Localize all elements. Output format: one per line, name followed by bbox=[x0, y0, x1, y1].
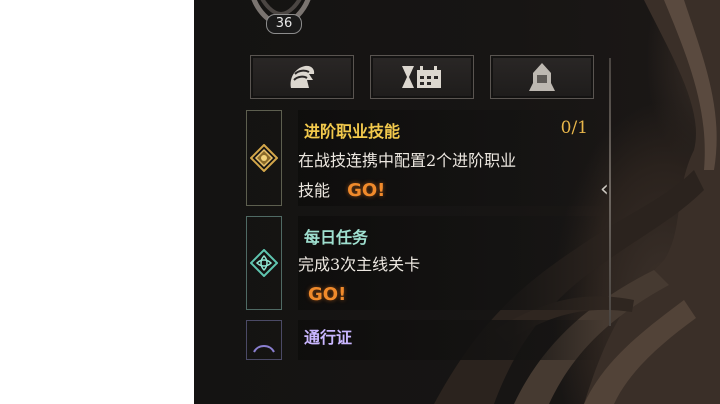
tab-character[interactable] bbox=[490, 55, 594, 99]
task-description: 完成3次主线关卡 GO! bbox=[298, 250, 420, 310]
tab-calendar[interactable] bbox=[370, 55, 474, 99]
task-progress: 0/1 bbox=[560, 118, 588, 138]
golden-rune-icon bbox=[250, 144, 278, 172]
teal-rune-icon bbox=[250, 249, 278, 277]
dragon-helm-icon bbox=[290, 65, 315, 88]
player-level: 36 bbox=[266, 14, 302, 34]
task-icon-frame bbox=[246, 216, 282, 310]
purple-rune-icon bbox=[253, 345, 275, 353]
task-title: 通行证 bbox=[304, 328, 353, 347]
task-battle-pass[interactable]: 通行证 bbox=[246, 320, 604, 360]
calendar-hourglass-icon bbox=[402, 66, 441, 88]
tab-dragon-helm[interactable] bbox=[250, 55, 354, 99]
task-desc-line: 在战技连携中配置2个进阶职业 bbox=[298, 151, 517, 170]
task-title: 每日任务 bbox=[304, 228, 369, 247]
task-icon-frame bbox=[246, 320, 282, 360]
task-description: 在战技连携中配置2个进阶职业 技能 GO! bbox=[298, 146, 516, 206]
game-viewport: 36 ‹ 进阶职业技能 0/1 在战技连携中配置2个进阶职业 技能 GO! 每日… bbox=[194, 0, 720, 404]
go-button[interactable]: GO! bbox=[347, 180, 385, 201]
go-button[interactable]: GO! bbox=[308, 284, 346, 305]
task-desc-line: 技能 bbox=[298, 181, 331, 200]
task-icon-frame bbox=[246, 110, 282, 206]
hooded-figure-icon bbox=[529, 63, 555, 91]
task-daily[interactable]: 每日任务 完成3次主线关卡 GO! bbox=[246, 216, 604, 310]
task-advanced-skills[interactable]: 进阶职业技能 0/1 在战技连携中配置2个进阶职业 技能 GO! bbox=[246, 110, 604, 206]
task-title: 进阶职业技能 bbox=[304, 122, 401, 141]
task-desc-line: 完成3次主线关卡 bbox=[298, 255, 421, 274]
